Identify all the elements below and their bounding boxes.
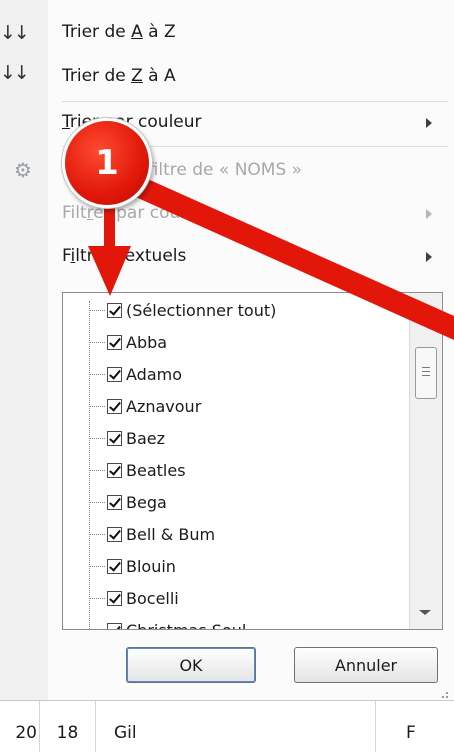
menu-item-text-filters[interactable]: Filtres textuels (62, 246, 186, 266)
tree-branch (89, 341, 105, 343)
list-item-label: (Sélectionner tout) (126, 300, 277, 320)
list-item[interactable]: Blouin (89, 551, 176, 581)
list-item[interactable]: Christmas Soul (89, 615, 247, 631)
list-item[interactable]: Bocelli (89, 583, 179, 613)
list-item[interactable]: Bega (89, 487, 167, 517)
submenu-arrow-icon (426, 252, 432, 262)
select-all-checkbox-item[interactable]: (Sélectionner tout) (89, 295, 276, 325)
ok-button[interactable]: OK (126, 647, 256, 683)
checkbox-checked[interactable] (107, 494, 122, 510)
tree-branch (89, 437, 105, 439)
list-item[interactable]: Beatles (89, 455, 186, 485)
list-item-label: Blouin (126, 556, 176, 576)
list-item[interactable]: Baez (89, 423, 165, 453)
tree-branch (89, 309, 105, 311)
checkbox-checked[interactable] (107, 558, 122, 574)
grip-line (422, 371, 430, 372)
list-item-label: Adamo (126, 364, 182, 384)
menu-item-accelerator: Z (131, 66, 143, 86)
sort-descending-icon: ↓↓ (0, 62, 30, 84)
checkbox-checked[interactable] (107, 622, 122, 629)
values-list: (Sélectionner tout) Abba Adamo Aznavour … (63, 293, 403, 629)
tree-branch (89, 533, 105, 535)
sheet-cell[interactable]: F (376, 701, 454, 752)
list-item-label: Bocelli (126, 588, 179, 608)
menu-separator (62, 101, 448, 102)
step-number-badge: 1 (62, 118, 152, 208)
list-scrollbar[interactable] (409, 293, 442, 629)
menu-item-accelerator: T (62, 112, 70, 132)
spreadsheet-row: 20 18 Gil F (0, 700, 454, 752)
list-item-label: Aznavour (126, 396, 202, 416)
tree-branch (89, 630, 105, 631)
list-item[interactable]: Bell & Bum (89, 519, 215, 549)
scrollbar-thumb[interactable] (415, 347, 437, 399)
scroll-up-arrow-icon[interactable] (419, 307, 431, 312)
sort-ascending-icon: ↓↓ (0, 22, 30, 44)
checkbox-checked[interactable] (107, 302, 122, 318)
menu-item-accelerator: A (131, 22, 143, 42)
tree-branch (89, 405, 105, 407)
menu-item-label: à A (142, 66, 176, 86)
list-item-label: Bega (126, 492, 167, 512)
checkbox-checked[interactable] (107, 526, 122, 542)
menu-item-label: ltres textuels (75, 246, 187, 266)
cancel-button[interactable]: Annuler (294, 647, 438, 683)
list-item[interactable]: Abba (89, 327, 167, 357)
submenu-arrow-icon (426, 118, 432, 128)
checkbox-checked[interactable] (107, 590, 122, 606)
sheet-cell[interactable]: 20 (0, 701, 40, 752)
list-item-label: Christmas Soul (126, 620, 247, 630)
tree-branch (89, 565, 105, 567)
menu-item-sort-z-to-a[interactable]: Trier de Z à A (62, 66, 176, 86)
menu-item-label: Trier de (62, 66, 132, 86)
menu-item-label: Filt (62, 203, 87, 223)
checkbox-checked[interactable] (107, 462, 122, 478)
list-item[interactable]: Adamo (89, 359, 182, 389)
tree-branch (89, 469, 105, 471)
menu-icon-gutter: ↓↓ ↓↓ ⚙ (0, 0, 49, 700)
menu-item-label: Trier de (62, 22, 132, 42)
sheet-cell[interactable]: 18 (40, 701, 96, 752)
checkbox-checked[interactable] (107, 430, 122, 446)
submenu-arrow-icon (426, 209, 432, 219)
checkbox-checked[interactable] (107, 366, 122, 382)
sheet-cell[interactable]: Gil (96, 701, 376, 752)
tree-branch (89, 597, 105, 599)
grip-line (422, 367, 430, 368)
menu-item-label: F (62, 246, 71, 266)
checkbox-checked[interactable] (107, 398, 122, 414)
menu-item-label: à Z (142, 22, 176, 42)
tree-branch (89, 501, 105, 503)
values-listbox[interactable]: (Sélectionner tout) Abba Adamo Aznavour … (62, 292, 443, 630)
scroll-down-arrow-icon[interactable] (419, 610, 431, 615)
list-item-label: Bell & Bum (126, 524, 216, 544)
list-item[interactable]: Aznavour (89, 391, 201, 421)
menu-item-filter-by-color[interactable]: Filtrer par couleur (62, 203, 213, 223)
menu-item-sort-a-to-z[interactable]: Trier de A à Z (62, 22, 176, 42)
grip-line (422, 375, 430, 376)
tree-branch (89, 373, 105, 375)
list-item-label: Abba (126, 332, 168, 352)
clear-filter-icon: ⚙ (14, 158, 32, 182)
checkbox-checked[interactable] (107, 334, 122, 350)
list-item-label: Beatles (126, 460, 186, 480)
list-item-label: Baez (126, 428, 166, 448)
